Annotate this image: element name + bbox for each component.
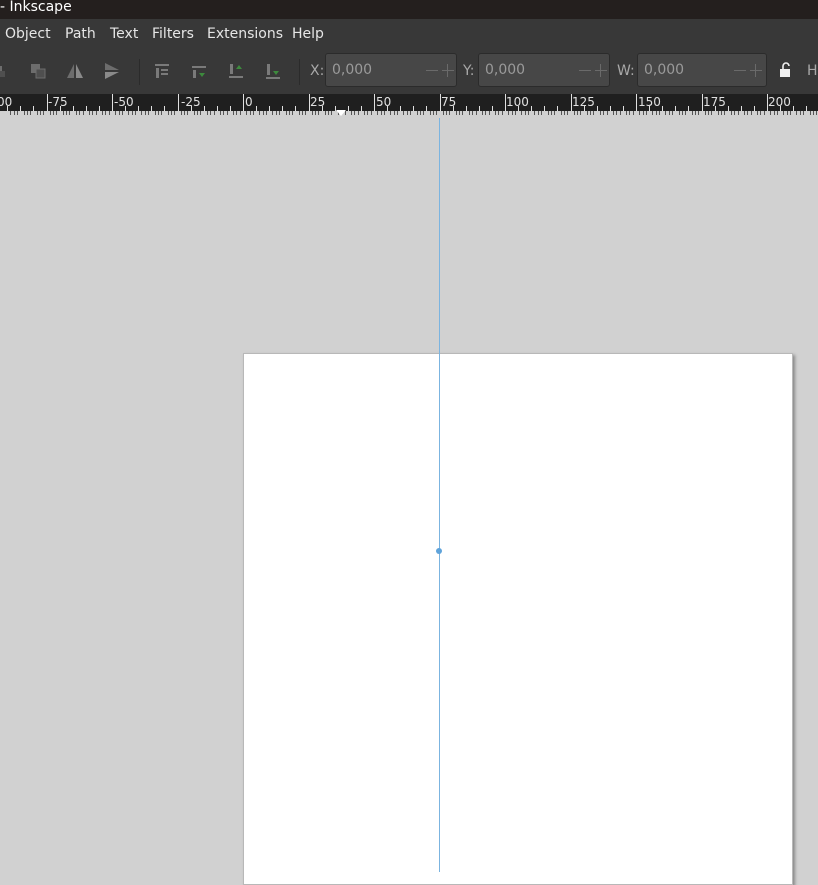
menu-object[interactable]: Object [5, 26, 51, 42]
ruler-position-marker-icon [336, 110, 346, 116]
toolbar-separator [299, 59, 300, 85]
ruler-label: 75 [441, 95, 457, 109]
raise-selection-top-icon[interactable] [151, 60, 173, 82]
toolbar-separator [139, 59, 140, 85]
y-value[interactable]: 0,000 [485, 62, 525, 78]
plus-icon[interactable] [595, 62, 607, 79]
menu-text[interactable]: Text [110, 26, 138, 42]
page-area[interactable] [243, 353, 793, 885]
ruler-label: -75 [48, 95, 68, 109]
w-value[interactable]: 0,000 [644, 62, 684, 78]
ruler-label: 100 [506, 95, 529, 109]
menu-extensions[interactable]: Extensions [207, 26, 283, 42]
x-value[interactable]: 0,000 [332, 62, 372, 78]
ruler-label: 200 [768, 95, 791, 109]
raise-to-top-icon[interactable] [28, 60, 50, 82]
vertical-guide-line[interactable] [439, 118, 440, 872]
flip-vertical-icon[interactable] [101, 60, 123, 82]
ruler-label: 125 [572, 95, 595, 109]
lock-icon[interactable] [777, 61, 799, 83]
menu-path[interactable]: Path [65, 26, 96, 42]
w-spinbox[interactable]: 0,000 [637, 53, 767, 87]
tool-controls-bar: X: 0,000 Y: 0,000 W: 0,000 H [0, 50, 818, 94]
ruler-label: 150 [638, 95, 661, 109]
ruler-label: 00 [0, 95, 13, 109]
x-spinbox[interactable]: 0,000 [325, 53, 457, 87]
y-spinbox[interactable]: 0,000 [478, 53, 610, 87]
menu-filters[interactable]: Filters [152, 26, 194, 42]
lower-selection-icon[interactable] [225, 60, 247, 82]
w-label: W: [617, 63, 635, 79]
ruler-label: 25 [310, 95, 326, 109]
plus-icon[interactable] [750, 62, 762, 79]
h-label: H [807, 63, 818, 79]
title-bar: - Inkscape [0, 0, 818, 19]
ruler-label: 50 [376, 95, 392, 109]
y-label: Y: [463, 63, 475, 79]
raise-selection-icon[interactable] [188, 60, 210, 82]
ruler-label: -50 [114, 95, 134, 109]
horizontal-ruler[interactable]: 00 -75 -50 -25 0 25 50 75 100 125 150 17… [0, 94, 818, 118]
drawing-canvas[interactable] [0, 118, 818, 885]
minus-icon[interactable] [579, 70, 591, 71]
guide-anchor-point[interactable] [436, 548, 442, 554]
plus-icon[interactable] [442, 62, 454, 79]
ruler-label: 175 [703, 95, 726, 109]
ruler-label: 0 [245, 95, 253, 109]
menu-help[interactable]: Help [292, 26, 324, 42]
lower-selection-bottom-icon[interactable] [262, 60, 284, 82]
menu-bar: Object Path Text Filters Extensions Help [0, 19, 818, 50]
minus-icon[interactable] [426, 70, 438, 71]
window-title: - Inkscape [0, 0, 72, 15]
flip-horizontal-icon[interactable] [64, 60, 86, 82]
x-label: X: [310, 63, 325, 79]
ruler-label: -25 [181, 95, 201, 109]
lower-to-bottom-icon[interactable] [0, 60, 12, 82]
minus-icon[interactable] [734, 70, 746, 71]
